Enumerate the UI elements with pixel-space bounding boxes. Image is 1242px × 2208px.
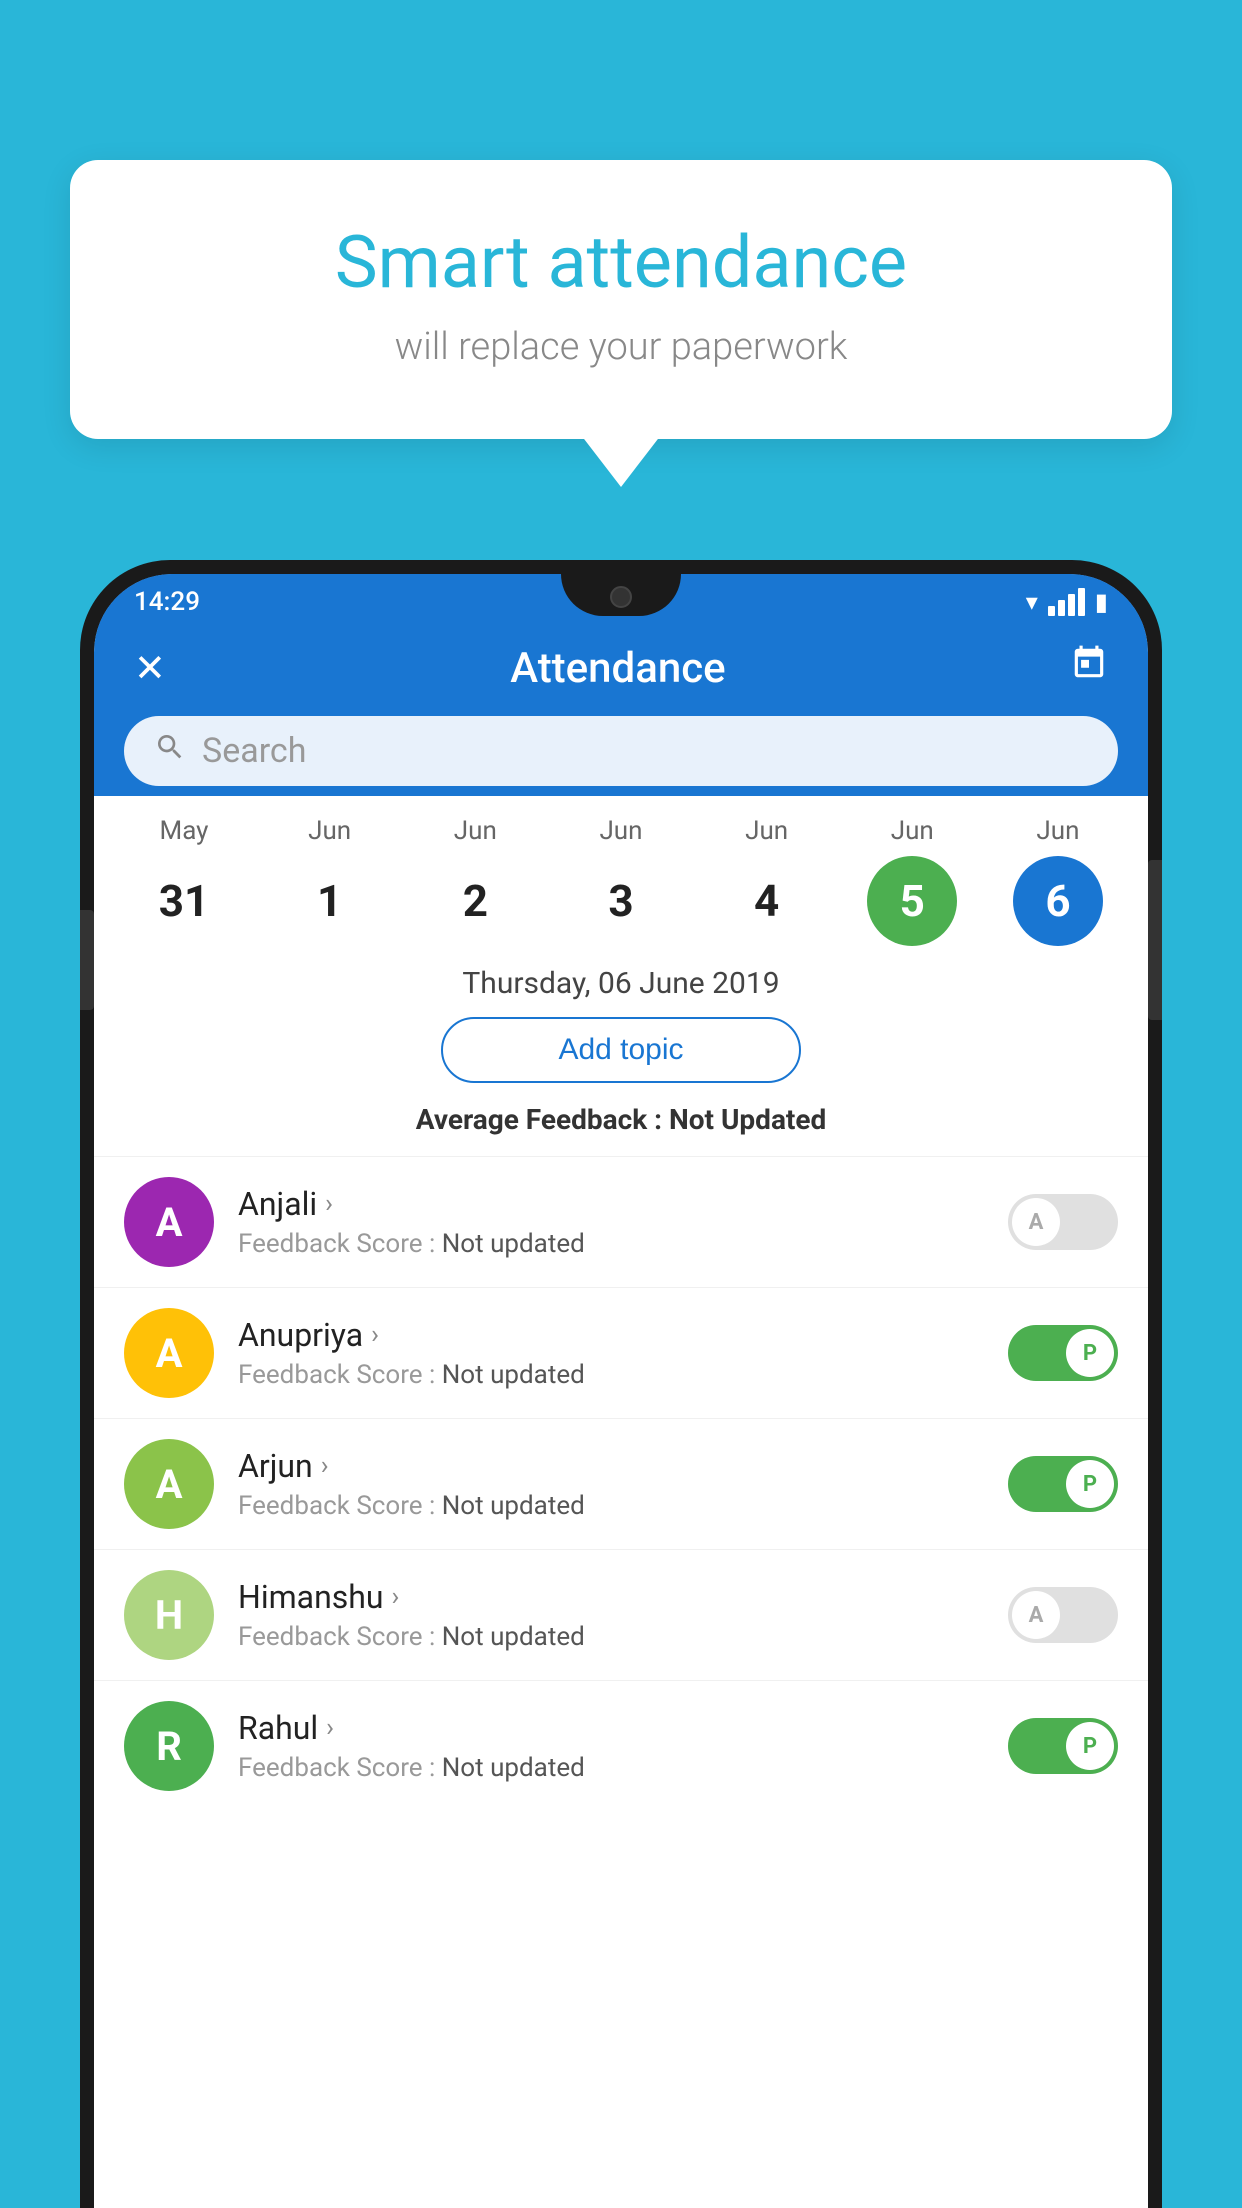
student-info: Anupriya › Feedback Score : Not updated xyxy=(238,1316,984,1390)
toggle-knob: P xyxy=(1066,1722,1114,1770)
battery-icon: ▮ xyxy=(1095,588,1108,616)
cal-month-label: Jun xyxy=(891,816,934,846)
student-name: Anjali › xyxy=(238,1185,984,1223)
add-topic-button[interactable]: Add topic xyxy=(441,1017,801,1083)
app-screen: 14:29 ▾ ▮ ✕ Attendance xyxy=(94,574,1148,2208)
main-content: May 31 Jun 1 Jun 2 Jun 3 Jun 4 Jun 5 Jun 6 Thursday, … xyxy=(94,796,1148,2208)
student-feedback-score: Feedback Score : Not updated xyxy=(238,1491,984,1521)
calendar-day[interactable]: Jun 4 xyxy=(707,816,827,946)
student-avatar: A xyxy=(124,1177,214,1267)
cal-date-number[interactable]: 31 xyxy=(139,856,229,946)
average-feedback-value: Not Updated xyxy=(669,1103,826,1136)
feedback-value: Not updated xyxy=(442,1229,585,1259)
bubble-subtitle: will replace your paperwork xyxy=(150,325,1092,369)
chevron-icon: › xyxy=(371,1320,379,1350)
student-feedback-score: Feedback Score : Not updated xyxy=(238,1753,984,1783)
feedback-value: Not updated xyxy=(442,1753,585,1783)
student-avatar: A xyxy=(124,1308,214,1398)
wifi-icon: ▾ xyxy=(1026,588,1038,616)
cal-date-number[interactable]: 6 xyxy=(1013,856,1103,946)
calendar-day[interactable]: Jun 6 xyxy=(998,816,1118,946)
phone-frame: 14:29 ▾ ▮ ✕ Attendance xyxy=(80,560,1162,2208)
chevron-icon: › xyxy=(326,1713,334,1743)
student-row[interactable]: A Anupriya › Feedback Score : Not updated P xyxy=(94,1287,1148,1418)
app-toolbar: ✕ Attendance xyxy=(94,630,1148,706)
attendance-toggle[interactable]: P xyxy=(1008,1718,1118,1774)
cal-date-number[interactable]: 4 xyxy=(722,856,812,946)
student-feedback-score: Feedback Score : Not updated xyxy=(238,1360,984,1390)
cal-date-number[interactable]: 1 xyxy=(285,856,375,946)
search-container: Search xyxy=(94,706,1148,796)
calendar-day[interactable]: Jun 3 xyxy=(561,816,681,946)
student-avatar: H xyxy=(124,1570,214,1660)
toggle-knob: A xyxy=(1012,1591,1060,1639)
cal-month-label: May xyxy=(160,816,209,846)
attendance-toggle[interactable]: P xyxy=(1008,1325,1118,1381)
chevron-icon: › xyxy=(325,1189,333,1219)
signal-icon xyxy=(1048,588,1085,616)
student-info: Anjali › Feedback Score : Not updated xyxy=(238,1185,984,1259)
attendance-toggle[interactable]: A xyxy=(1008,1587,1118,1643)
calendar-day[interactable]: Jun 1 xyxy=(270,816,390,946)
cal-date-number[interactable]: 5 xyxy=(867,856,957,946)
toggle-knob: P xyxy=(1066,1460,1114,1508)
student-row[interactable]: H Himanshu › Feedback Score : Not updated A xyxy=(94,1549,1148,1680)
student-row[interactable]: A Arjun › Feedback Score : Not updated P xyxy=(94,1418,1148,1549)
front-camera xyxy=(610,586,632,608)
calendar-day[interactable]: Jun 2 xyxy=(415,816,535,946)
search-bar[interactable]: Search xyxy=(124,716,1118,786)
cal-date-number[interactable]: 3 xyxy=(576,856,666,946)
average-feedback: Average Feedback : Not Updated xyxy=(94,1103,1148,1136)
bubble-title: Smart attendance xyxy=(150,220,1092,305)
status-icons: ▾ ▮ xyxy=(1026,588,1108,616)
volume-button xyxy=(80,910,94,1010)
cal-month-label: Jun xyxy=(745,816,788,846)
attendance-toggle[interactable]: A xyxy=(1008,1194,1118,1250)
chevron-icon: › xyxy=(321,1451,329,1481)
student-row[interactable]: A Anjali › Feedback Score : Not updated A xyxy=(94,1156,1148,1287)
cal-month-label: Jun xyxy=(599,816,642,846)
selected-date-label: Thursday, 06 June 2019 xyxy=(94,966,1148,1001)
status-time: 14:29 xyxy=(134,587,200,617)
student-avatar: R xyxy=(124,1701,214,1791)
student-info: Rahul › Feedback Score : Not updated xyxy=(238,1709,984,1783)
calendar-icon[interactable] xyxy=(1070,644,1108,692)
student-name: Rahul › xyxy=(238,1709,984,1747)
average-feedback-label: Average Feedback : xyxy=(416,1103,669,1136)
attendance-toggle[interactable]: P xyxy=(1008,1456,1118,1512)
student-feedback-score: Feedback Score : Not updated xyxy=(238,1622,984,1652)
student-name: Himanshu › xyxy=(238,1578,984,1616)
calendar-day[interactable]: May 31 xyxy=(124,816,244,946)
student-list: AAnjali ›Feedback Score : Not updatedAAA… xyxy=(94,1156,1148,1811)
calendar-strip: May 31 Jun 1 Jun 2 Jun 3 Jun 4 Jun 5 Jun 6 xyxy=(94,796,1148,956)
power-button xyxy=(1148,860,1162,1020)
toggle-knob: A xyxy=(1012,1198,1060,1246)
student-row[interactable]: R Rahul › Feedback Score : Not updated P xyxy=(94,1680,1148,1811)
feedback-value: Not updated xyxy=(442,1360,585,1390)
cal-month-label: Jun xyxy=(454,816,497,846)
cal-month-label: Jun xyxy=(308,816,351,846)
cal-month-label: Jun xyxy=(1036,816,1079,846)
toolbar-title: Attendance xyxy=(166,644,1070,693)
student-name: Arjun › xyxy=(238,1447,984,1485)
close-button[interactable]: ✕ xyxy=(134,646,166,691)
chevron-icon: › xyxy=(392,1582,400,1612)
student-info: Himanshu › Feedback Score : Not updated xyxy=(238,1578,984,1652)
student-name: Anupriya › xyxy=(238,1316,984,1354)
cal-date-number[interactable]: 2 xyxy=(430,856,520,946)
toggle-knob: P xyxy=(1066,1329,1114,1377)
speech-bubble: Smart attendance will replace your paper… xyxy=(70,160,1172,439)
student-avatar: A xyxy=(124,1439,214,1529)
feedback-value: Not updated xyxy=(442,1622,585,1652)
student-info: Arjun › Feedback Score : Not updated xyxy=(238,1447,984,1521)
search-icon xyxy=(154,731,186,771)
student-feedback-score: Feedback Score : Not updated xyxy=(238,1229,984,1259)
calendar-day[interactable]: Jun 5 xyxy=(852,816,972,946)
search-placeholder[interactable]: Search xyxy=(202,731,306,771)
phone-inner: 14:29 ▾ ▮ ✕ Attendance xyxy=(94,574,1148,2208)
feedback-value: Not updated xyxy=(442,1491,585,1521)
